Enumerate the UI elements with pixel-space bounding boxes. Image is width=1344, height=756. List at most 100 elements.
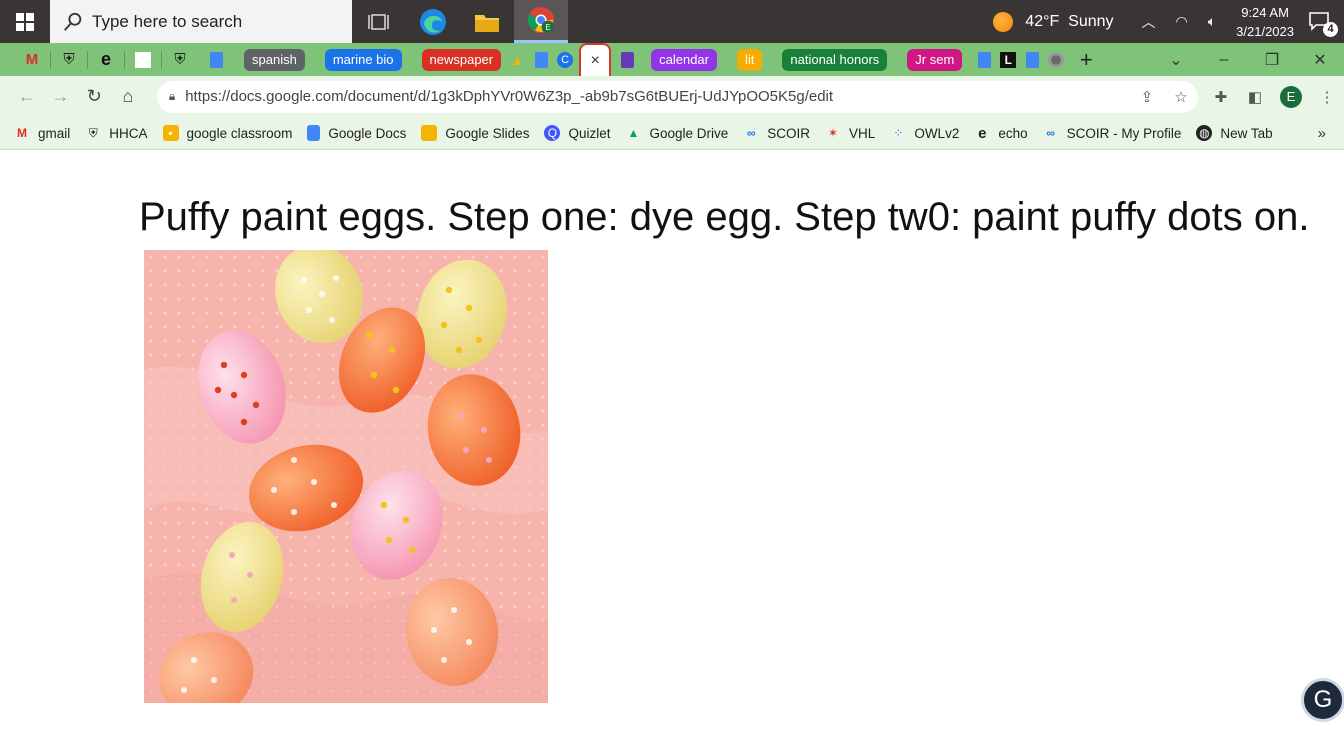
document-page: Puffy paint eggs. Step one: dye egg. Ste… [0, 151, 1344, 756]
echo-icon: e [100, 49, 111, 69]
bookmarks-overflow-chevron-icon[interactable]: » [1318, 125, 1326, 142]
tab-gmail[interactable]: M [14, 43, 50, 76]
new-tab-button[interactable]: + [1068, 43, 1104, 76]
tab-forms[interactable] [613, 43, 641, 76]
tab-echo[interactable]: e [88, 43, 124, 76]
tab-docs-4[interactable] [1020, 43, 1044, 76]
tab-blank[interactable] [125, 43, 161, 76]
taskbar-search-placeholder: Type here to search [92, 11, 243, 31]
chrome-profile-letter: E [545, 23, 550, 32]
tab-group-jr-sem[interactable]: Jr sem [907, 48, 963, 71]
close-icon[interactable]: × [590, 52, 599, 70]
tab-group-marine-bio[interactable]: marine bio [324, 48, 402, 71]
weather-widget[interactable]: 42°F Sunny [993, 11, 1114, 32]
address-bar[interactable]: 🔒︎ https://docs.google.com/document/d/1g… [156, 80, 1198, 113]
drive-icon: ▲ [510, 51, 525, 68]
tab-docs[interactable] [198, 43, 234, 76]
forward-button[interactable]: → [44, 80, 78, 114]
side-panel-icon[interactable]: ◧ [1238, 88, 1272, 106]
bookmark-label: Quizlet [568, 125, 611, 141]
tab-search-chevron-icon[interactable]: ⌄ [1152, 50, 1200, 70]
bookmark-google-drive[interactable]: ▲ Google Drive [625, 125, 729, 141]
bookmark-hhca[interactable]: ⛨ HHCA [85, 125, 148, 141]
clock-time: 9:24 AM [1241, 4, 1289, 20]
chrome-icon: E [527, 7, 555, 34]
bookmark-label: gmail [38, 125, 71, 141]
grammarly-g-icon: G [1313, 686, 1333, 713]
docs-icon [307, 125, 321, 141]
tab-group-lit[interactable]: lit [737, 48, 763, 71]
bookmark-label: OWLv2 [914, 125, 960, 141]
tab-drive[interactable]: ▲ [505, 43, 529, 76]
taskbar-search-box[interactable]: Type here to search [50, 0, 352, 43]
bookmark-vhl[interactable]: ✶ VHL [825, 125, 875, 141]
tab-group-spanish[interactable]: spanish [244, 48, 305, 71]
blank-page-icon [135, 51, 151, 68]
close-window-icon[interactable]: ✕ [1296, 50, 1344, 70]
minimize-icon[interactable]: – [1200, 51, 1248, 69]
tab-docs-2[interactable] [529, 43, 553, 76]
chevron-up-icon[interactable]: ︿ [1142, 12, 1156, 32]
url-text[interactable]: https://docs.google.com/document/d/1g3kD… [185, 88, 1130, 105]
bookmark-label: SCOIR - My Profile [1066, 125, 1182, 141]
grammarly-button[interactable]: G [1301, 678, 1344, 722]
folder-icon [475, 14, 499, 32]
quizlet-icon: Q [544, 125, 561, 141]
tab-group-newspaper[interactable]: newspaper [421, 48, 502, 71]
bookmark-quizlet[interactable]: Q Quizlet [544, 125, 610, 141]
bookmark-label: Google Drive [649, 125, 729, 141]
docs-icon [209, 51, 223, 68]
tab-group-calendar[interactable]: calendar [651, 48, 717, 71]
shield-icon: ⛨ [174, 51, 186, 68]
bookmark-google-docs[interactable]: Google Docs [307, 125, 406, 141]
file-explorer-button[interactable] [460, 0, 514, 43]
shield-icon: ⛨ [63, 51, 75, 68]
notification-center-button[interactable]: 4 [1308, 11, 1338, 37]
arrow-left-icon: ← [17, 86, 36, 106]
chrome-gray-icon [1048, 51, 1065, 68]
taskbar-clock[interactable]: 9:24 AM 3/21/2023 [1236, 3, 1294, 41]
kebab-menu-icon[interactable]: ⋮ [1310, 88, 1344, 106]
star-icon[interactable]: ☆ [1164, 88, 1198, 106]
bookmark-new-tab[interactable]: ◍ New Tab [1196, 125, 1273, 141]
lock-icon[interactable]: 🔒︎ [169, 89, 175, 104]
profile-avatar[interactable]: E [1279, 85, 1302, 108]
bookmark-scoir-my-profile[interactable]: ∞ SCOIR - My Profile [1043, 125, 1182, 141]
back-button[interactable]: ← [10, 80, 44, 114]
bookmark-scoir[interactable]: ∞ SCOIR [743, 125, 810, 141]
sun-icon [993, 11, 1014, 32]
document-heading[interactable]: Puffy paint eggs. Step one: dye egg. Ste… [139, 195, 1309, 240]
restore-icon[interactable]: ❐ [1248, 50, 1296, 70]
home-button[interactable]: ⌂ [111, 80, 145, 114]
forms-icon [620, 51, 634, 68]
tab-hhca[interactable]: ⛨ [51, 43, 87, 76]
bookmark-echo[interactable]: e echo [974, 124, 1027, 142]
tab-docs-3[interactable] [972, 43, 996, 76]
extensions-icon[interactable]: ✚ [1204, 88, 1238, 106]
tab-chrome-web[interactable] [1044, 43, 1068, 76]
wifi-icon[interactable]: ◠ [1176, 13, 1188, 30]
docs-icon [1025, 51, 1039, 68]
tab-hhca-2[interactable]: ⛨ [162, 43, 198, 76]
scoir-icon: ∞ [1046, 126, 1055, 140]
task-view-button[interactable] [352, 0, 406, 43]
reload-button[interactable]: ↻ [77, 80, 111, 114]
volume-icon[interactable]: 🔈︎ [1208, 13, 1216, 30]
tab-canvas[interactable]: L [996, 43, 1020, 76]
tab-cengage[interactable]: C [553, 43, 577, 76]
tab-group-national-honors[interactable]: national honors [782, 48, 888, 71]
bookmark-owlv2[interactable]: ⁘ OWLv2 [890, 125, 959, 141]
share-icon[interactable]: ⇪ [1130, 88, 1164, 106]
start-button[interactable] [0, 0, 50, 43]
chrome-taskbar-button[interactable]: E [514, 0, 568, 43]
docs-icon [534, 51, 548, 68]
echo-icon: e [978, 124, 987, 142]
bookmark-gmail[interactable]: Mgmail [14, 125, 70, 141]
bookmark-google-classroom[interactable]: ▪ google classroom [162, 125, 292, 141]
edge-taskbar-button[interactable] [406, 0, 460, 43]
drive-icon: ▲ [627, 126, 640, 140]
active-tab[interactable]: × [579, 43, 612, 76]
bookmark-google-slides[interactable]: Google Slides [421, 125, 529, 141]
dotted-eggs-photo[interactable] [144, 250, 548, 703]
system-tray: 42°F Sunny ︿ ◠ 🔈︎ 9:24 AM 3/21/2023 4 [993, 0, 1344, 43]
